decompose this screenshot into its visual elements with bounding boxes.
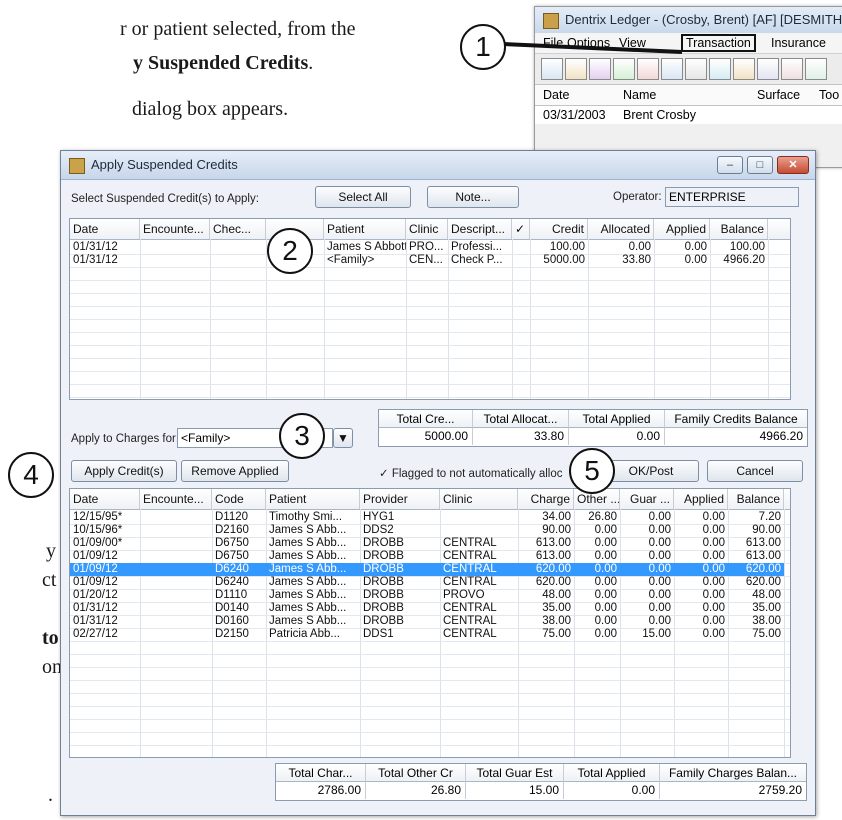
callout-2: 2 [267, 228, 313, 274]
callout-leader-svg [502, 42, 683, 54]
callout-3: 3 [279, 413, 325, 459]
callout-1-leader-line [502, 42, 683, 54]
callout-5: 5 [569, 448, 615, 494]
callout-4: 4 [8, 452, 54, 498]
callout-1: 1 [460, 24, 506, 70]
